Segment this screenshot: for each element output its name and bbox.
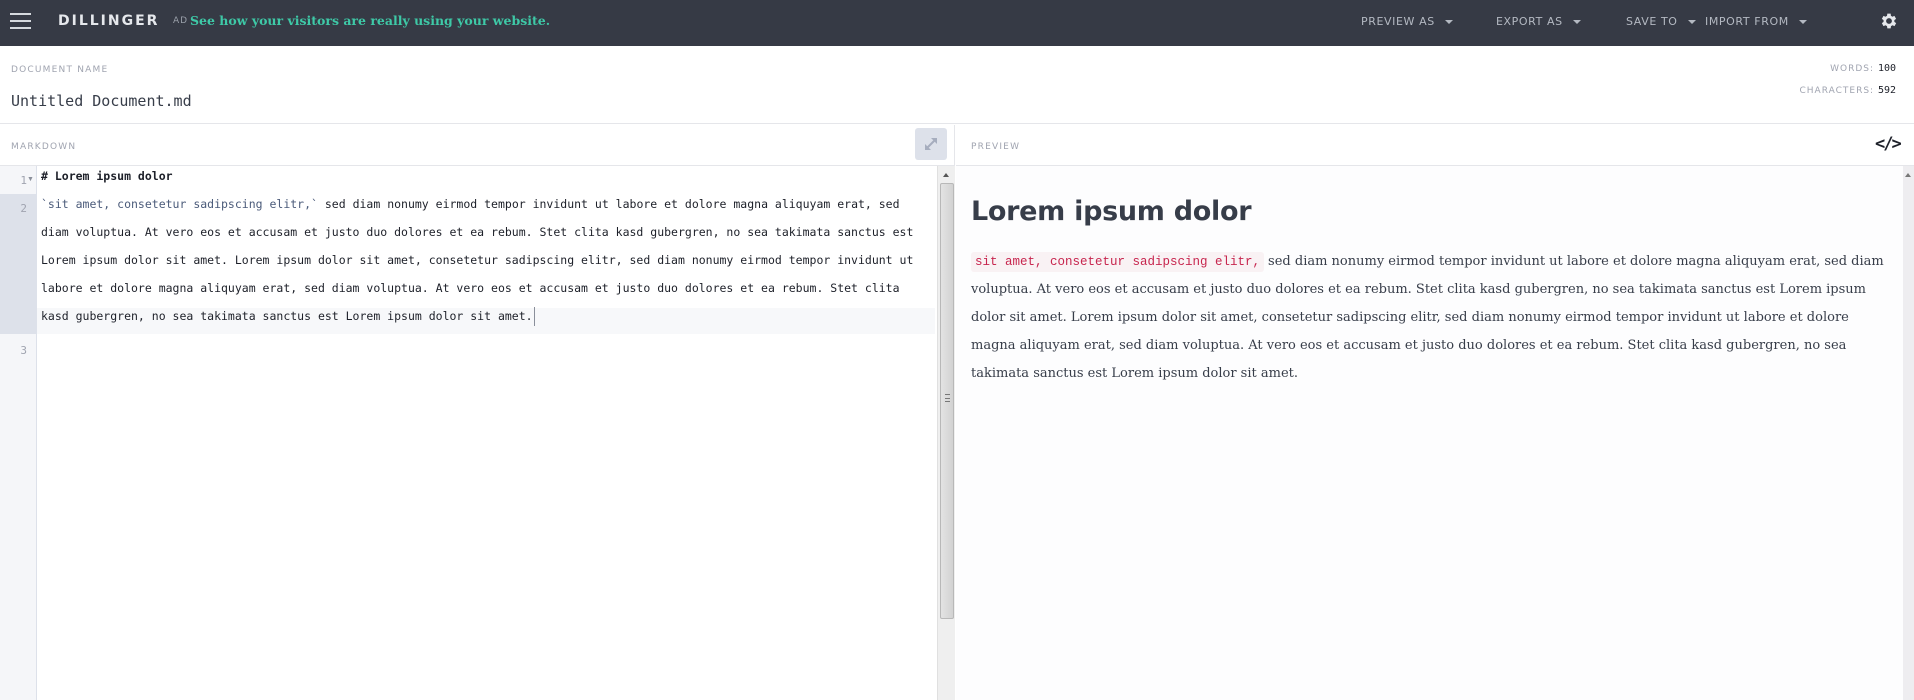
character-count: CHARACTERS: 592 [1800,85,1897,107]
chevron-down-icon [1572,19,1581,24]
gear-icon[interactable] [1879,11,1899,31]
export-as-label: EXPORT AS [1496,15,1563,28]
ad-label: AD [173,16,189,26]
preview-scrollbar[interactable] [1903,166,1914,700]
import-from-menu[interactable]: IMPORT FROM [1705,15,1807,28]
word-count: WORDS: 100 [1800,63,1896,85]
code-line-text: sed diam nonumy eirmod tempor invidunt u… [317,197,900,211]
scroll-up-arrow-icon[interactable] [943,173,949,177]
ad-link[interactable]: See how your visitors are really using y… [190,13,550,28]
grip-icon [945,394,950,402]
chevron-down-icon [1444,19,1453,24]
preview-as-label: PREVIEW AS [1361,15,1435,28]
export-as-menu[interactable]: EXPORT AS [1496,15,1581,28]
inline-code-markdown: `sit amet, consetetur sadipscing elitr,` [41,197,318,211]
preview-heading: Lorem ipsum dolor [971,196,1252,227]
preview-as-menu[interactable]: PREVIEW AS [1361,15,1453,28]
app-brand: DILLINGER [58,13,160,29]
preview-paragraph: sit amet, consetetur sadipscing elitr, se… [971,248,1891,388]
scroll-up-arrow-icon[interactable] [1905,173,1911,177]
document-name-label: DOCUMENT NAME [11,65,109,75]
preview-paragraph-text: sed diam nonumy eirmod tempor invidunt u… [971,254,1884,381]
document-stats: WORDS: 100 CHARACTERS: 592 [1800,63,1897,107]
editor-scrollbar[interactable] [937,166,955,700]
document-name-input[interactable] [11,92,411,110]
code-line: `sit amet, consetetur sadipscing elitr,`… [41,190,900,218]
line-number: 1 [20,174,27,187]
preview-label: PREVIEW [971,142,1021,152]
expand-editor-button[interactable] [915,128,947,160]
html-code-toggle-icon[interactable]: </> [1875,134,1902,154]
preview-pane: Lorem ipsum dolor sit amet, consetetur s… [956,166,1903,700]
markdown-pane-header: MARKDOWN [0,125,955,166]
code-line: diam voluptua. At vero eos et accusam et… [41,225,914,239]
line-number: 3 [20,344,27,357]
words-value: 100 [1877,63,1896,74]
hamburger-icon[interactable] [10,13,31,29]
save-to-label: SAVE TO [1626,15,1678,28]
code-line: labore et dolore magna aliquyam erat, se… [41,281,900,295]
document-header: DOCUMENT NAME WORDS: 100 CHARACTERS: 592 [0,46,1914,124]
chevron-down-icon [1798,19,1807,24]
fold-arrow-icon[interactable]: ▼ [27,176,34,183]
words-label: WORDS: [1830,64,1875,74]
code-line: Lorem ipsum dolor sit amet. Lorem ipsum … [41,253,914,267]
import-from-label: IMPORT FROM [1705,15,1789,28]
top-navbar: DILLINGER AD See how your visitors are r… [0,0,1914,46]
markdown-editor[interactable]: 1 ▼ 2 3 # Lorem ipsum dolor `sit amet, c… [0,166,955,700]
code-line: # Lorem ipsum dolor [41,169,173,183]
expand-icon [925,138,937,150]
characters-label: CHARACTERS: [1799,86,1875,96]
preview-pane-header: PREVIEW [956,125,1914,166]
save-to-menu[interactable]: SAVE TO [1626,15,1696,28]
code-line-text: kasd gubergren, no sea takimata sanctus … [41,309,533,323]
code-line: kasd gubergren, no sea takimata sanctus … [41,302,535,330]
markdown-label: MARKDOWN [11,142,77,152]
text-cursor [533,307,535,326]
line-number: 2 [20,202,27,215]
characters-value: 592 [1877,85,1896,96]
preview-inline-code: sit amet, consetetur sadipscing elitr, [971,252,1265,272]
chevron-down-icon [1687,19,1696,24]
active-line-gutter [0,194,37,334]
scrollbar-thumb[interactable] [940,183,954,619]
